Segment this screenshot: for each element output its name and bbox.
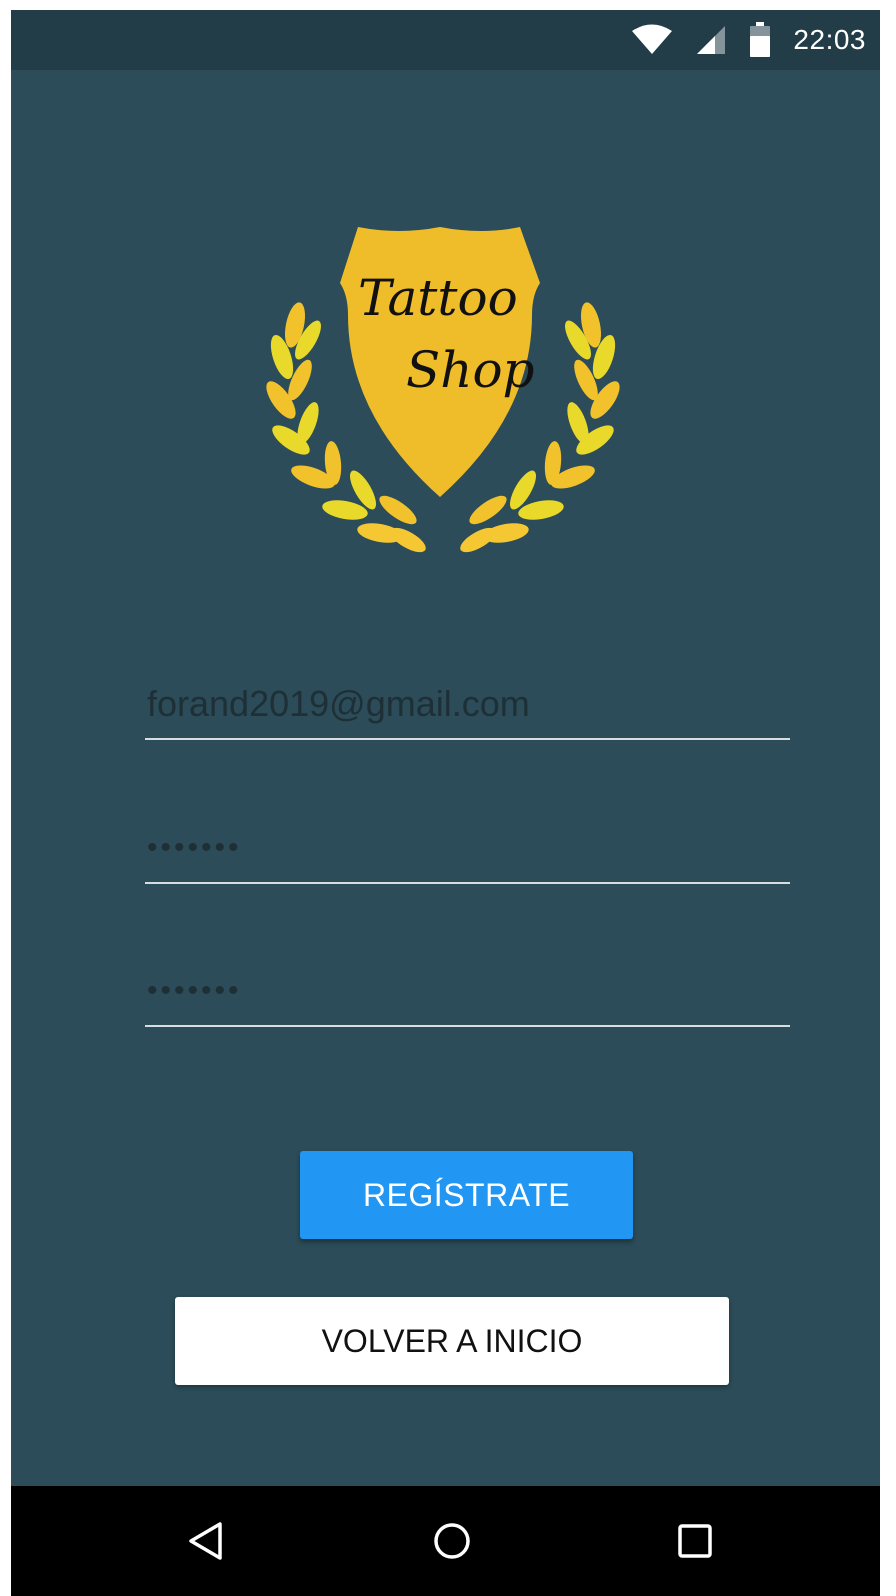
status-icons: 22:03 <box>631 10 866 70</box>
navigation-bar <box>11 1486 880 1596</box>
home-icon[interactable] <box>417 1506 487 1576</box>
tattoo-shop-logo: Tattoo Shop <box>258 215 628 560</box>
confirm-password-field[interactable] <box>145 957 790 1027</box>
logo-text-line1: Tattoo <box>358 269 518 327</box>
status-time: 22:03 <box>793 24 866 55</box>
battery-icon <box>749 22 771 58</box>
wifi-icon <box>631 24 673 56</box>
email-field[interactable] <box>145 670 790 740</box>
back-icon[interactable] <box>171 1506 241 1576</box>
logo-text-line2: Shop <box>406 341 535 399</box>
cell-signal-icon <box>695 24 727 56</box>
recents-icon[interactable] <box>660 1506 730 1576</box>
app-screen: 22:03 Tattoo Shop forand2019@gmail.com •… <box>11 10 880 1596</box>
password-field[interactable] <box>145 814 790 884</box>
back-to-home-button[interactable]: VOLVER A INICIO <box>175 1297 729 1385</box>
register-button[interactable]: REGÍSTRATE <box>300 1151 633 1239</box>
status-bar: 22:03 <box>11 10 880 70</box>
